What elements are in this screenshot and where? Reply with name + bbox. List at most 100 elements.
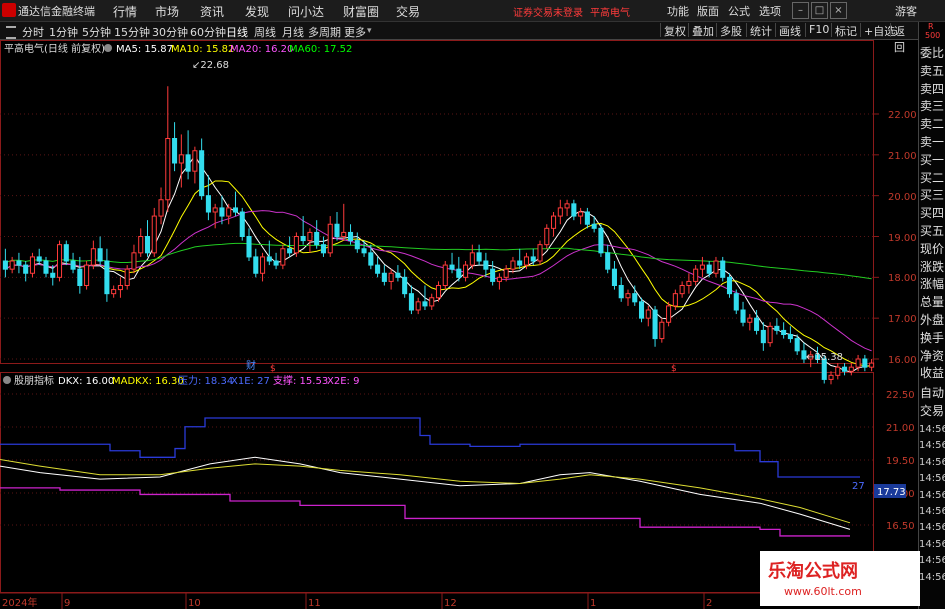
trade-login-notice[interactable]: 证券交易未登录: [513, 4, 583, 19]
candle-body-124: [842, 366, 848, 372]
candle-body-6: [43, 260, 49, 274]
menu-bars-icon[interactable]: [6, 26, 16, 39]
maximize-icon[interactable]: □: [811, 2, 828, 19]
dividend-marker-1[interactable]: $: [270, 364, 276, 374]
y-tick-19: 19.00: [888, 233, 917, 244]
tab-daily[interactable]: 日线: [226, 24, 248, 40]
watermark: 乐淘公式网 www.60lt.com: [760, 551, 920, 606]
tick-time-5: 14:56: [919, 506, 945, 517]
candle-72: [490, 261, 496, 286]
menu-ask-xiaoda[interactable]: 问小达: [288, 3, 324, 20]
candle-body-24: [165, 138, 171, 201]
finance-marker[interactable]: 财: [246, 359, 256, 372]
candle-body-122: [828, 374, 834, 380]
tab-60min[interactable]: 60分钟: [190, 24, 226, 40]
menu-market[interactable]: 市场: [155, 3, 179, 20]
candle-8: [56, 240, 63, 282]
side-label-15: 外盘: [920, 313, 945, 327]
candle-75: [510, 256, 516, 274]
candle-110: [747, 314, 753, 331]
ind-y-tick-3: 19.50: [886, 456, 915, 467]
ind-y-tick-2: 21.00: [886, 423, 915, 434]
multi-stock-button[interactable]: 多股: [716, 23, 745, 38]
candle-11: [77, 256, 83, 294]
close-icon[interactable]: ×: [830, 2, 847, 19]
candle-body-82: [557, 207, 563, 217]
candle-85: [578, 207, 584, 225]
tab-weekly[interactable]: 周线: [254, 24, 276, 40]
menu-options[interactable]: 选项: [759, 3, 781, 19]
menu-news[interactable]: 资讯: [200, 3, 224, 20]
guest-user[interactable]: 游客: [895, 3, 917, 19]
candle-50: [341, 203, 347, 241]
app-logo-icon: [2, 3, 16, 17]
tick-time-2: 14:56: [919, 456, 945, 468]
candle-17: [117, 277, 123, 298]
support-line: [0, 487, 850, 537]
candle-61: [415, 297, 421, 315]
f10-button[interactable]: F10: [805, 23, 832, 37]
candle-body-107: [726, 276, 733, 295]
candle-9: [63, 240, 69, 266]
candle-4: [29, 252, 35, 278]
candle-body-18: [124, 268, 130, 287]
tab-intraday[interactable]: 分时: [22, 24, 44, 40]
side-auto[interactable]: 自动: [920, 384, 945, 402]
menu-wealth-circle[interactable]: 财富圈: [343, 3, 379, 20]
side-label-4: 卖二: [920, 117, 945, 132]
side-trade[interactable]: 交易: [920, 402, 945, 420]
menu-trade[interactable]: 交易: [396, 3, 420, 20]
candle-57: [388, 269, 394, 290]
tab-monthly[interactable]: 月线: [282, 24, 304, 40]
ma20-line: [5, 210, 872, 352]
menu-layout[interactable]: 版面: [697, 3, 719, 19]
tab-1min[interactable]: 1分钟: [49, 24, 78, 40]
side-label-7: 买二: [920, 170, 945, 185]
candle-body-117: [794, 338, 800, 352]
dividend-marker-2[interactable]: $: [671, 364, 677, 374]
statistics-button[interactable]: 统计: [746, 23, 775, 38]
tab-30min[interactable]: 30分钟: [152, 24, 188, 40]
app-title: 通达信金融终端: [18, 5, 95, 18]
candle-105: [713, 256, 719, 278]
tab-5min[interactable]: 5分钟: [82, 24, 111, 40]
draw-line-button[interactable]: 画线: [775, 23, 804, 38]
candle-body-71: [483, 260, 489, 270]
candle-1: [9, 256, 15, 274]
candle-43: [293, 232, 299, 257]
candle-body-55: [375, 264, 381, 274]
candle-body-75: [510, 260, 516, 270]
menu-formula[interactable]: 公式: [728, 3, 750, 19]
tab-15min[interactable]: 15分钟: [114, 24, 150, 40]
candle-2: [16, 252, 22, 274]
side-label-1: 卖五: [920, 63, 945, 78]
candle-5: [36, 248, 42, 266]
badge-500: 500: [925, 31, 941, 40]
tab-multi-period[interactable]: 多周期: [308, 24, 341, 40]
indicator-settings-icon[interactable]: [3, 376, 11, 384]
kline-chart-area[interactable]: 平高电气(日线 前复权) MA5: 15.87 MA10: 15.82 MA20…: [0, 40, 918, 609]
tick-time-8: 14:56: [919, 555, 945, 567]
top-menu-bar: 通达信金融终端 行情 市场 资讯 发现 问小达 财富圈 交易 证券交易未登录 平…: [0, 0, 945, 22]
x1e-label: X1E: 27: [231, 376, 270, 387]
back-button[interactable]: 返回: [890, 23, 918, 54]
tick-time-4: 14:56: [919, 489, 945, 501]
candle-body-65: [442, 264, 448, 286]
overlay-button[interactable]: 叠加: [688, 23, 717, 38]
menu-discover[interactable]: 发现: [245, 3, 269, 20]
mark-button[interactable]: 标记: [831, 23, 860, 38]
settings-dot-icon[interactable]: [104, 44, 112, 52]
more-dropdown-icon[interactable]: ▾: [367, 26, 372, 36]
menu-functions[interactable]: 功能: [667, 3, 689, 19]
candle-body-116: [787, 334, 793, 340]
candle-body-4: [29, 256, 35, 274]
minimize-icon[interactable]: –: [792, 2, 809, 19]
candle-body-59: [402, 276, 408, 295]
adjust-button[interactable]: 复权: [660, 23, 689, 38]
x-label-feb: 2: [706, 598, 712, 609]
tab-more[interactable]: 更多: [344, 24, 366, 40]
candle-114: [774, 318, 780, 335]
candle-body-29: [199, 150, 205, 197]
menu-quotes[interactable]: 行情: [113, 3, 137, 20]
candle-65: [442, 261, 448, 290]
